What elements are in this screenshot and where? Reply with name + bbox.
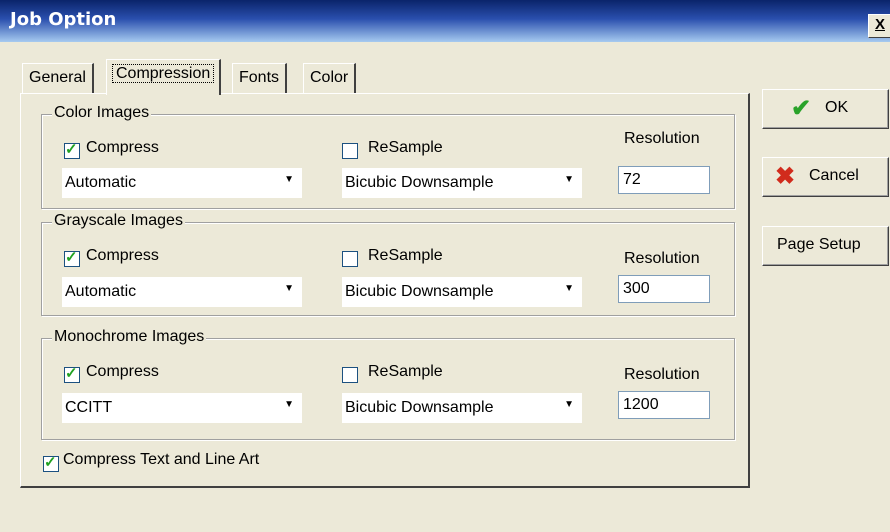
method-dropdown[interactable]: Automatic ▼ — [62, 277, 302, 307]
triangle-down-icon: ▼ — [564, 399, 574, 410]
resolution-label: Resolution — [624, 366, 700, 383]
triangle-down-icon: ▼ — [284, 174, 294, 185]
compression-panel: Color Images ✓ Compress ReSample Resolut… — [20, 93, 750, 488]
resample-label: ReSample — [368, 247, 443, 264]
resolution-input[interactable]: 72 — [618, 166, 710, 194]
compress-label: Compress — [86, 247, 159, 264]
ok-button[interactable]: ✔ OK — [762, 89, 889, 129]
tab-compression[interactable]: Compression — [106, 59, 222, 95]
triangle-down-icon: ▼ — [564, 174, 574, 185]
tab-color-label: Color — [310, 69, 349, 86]
page-setup-button[interactable]: Page Setup — [762, 226, 889, 266]
compress-text-label: Compress Text and Line Art — [63, 451, 260, 468]
downsample-value: Bicubic Downsample — [345, 399, 494, 416]
group-title: Grayscale Images — [52, 212, 185, 230]
triangle-down-icon: ▼ — [564, 283, 574, 294]
resample-label: ReSample — [368, 363, 443, 380]
compress-label: Compress — [86, 139, 159, 156]
check-mark-icon: ✓ — [44, 454, 57, 471]
downsample-dropdown[interactable]: Bicubic Downsample ▼ — [342, 168, 582, 198]
resample-checkbox[interactable] — [342, 143, 358, 159]
triangle-down-icon: ▼ — [284, 399, 294, 410]
tab-color[interactable]: Color — [303, 63, 357, 94]
check-mark-icon: ✓ — [65, 365, 78, 382]
cancel-button[interactable]: ✖ Cancel — [762, 157, 889, 197]
resample-checkbox[interactable] — [342, 367, 358, 383]
group-title: Monochrome Images — [52, 328, 207, 346]
compress-checkbox[interactable]: ✓ — [64, 141, 80, 159]
downsample-value: Bicubic Downsample — [345, 174, 494, 191]
green-check-icon: ✔ — [791, 95, 812, 122]
resolution-label: Resolution — [624, 130, 700, 147]
downsample-dropdown[interactable]: Bicubic Downsample ▼ — [342, 277, 582, 307]
resolution-input[interactable]: 1200 — [618, 391, 710, 419]
resample-label: ReSample — [368, 139, 443, 156]
method-dropdown[interactable]: Automatic ▼ — [62, 168, 302, 198]
tab-fonts-label: Fonts — [239, 69, 280, 86]
check-mark-icon: ✓ — [65, 249, 78, 266]
monochrome-images-group: Monochrome Images ✓ Compress ReSample Re… — [41, 328, 735, 440]
downsample-value: Bicubic Downsample — [345, 283, 494, 300]
compress-label: Compress — [86, 363, 159, 380]
resample-checkbox[interactable] — [342, 251, 358, 267]
red-x-icon: ✖ — [775, 163, 796, 190]
resolution-label: Resolution — [624, 250, 700, 267]
ok-label: OK — [825, 99, 849, 116]
grayscale-images-group: Grayscale Images ✓ Compress ReSample Res… — [41, 212, 735, 316]
close-button[interactable]: X — [868, 14, 890, 38]
check-mark-icon: ✓ — [65, 141, 78, 158]
page-setup-label: Page Setup — [777, 236, 861, 253]
color-images-group: Color Images ✓ Compress ReSample Resolut… — [41, 104, 735, 209]
method-dropdown[interactable]: CCITT ▼ — [62, 393, 302, 423]
group-title: Color Images — [52, 104, 152, 122]
resolution-input[interactable]: 300 — [618, 275, 710, 303]
tab-general-label: General — [29, 69, 86, 86]
method-value: Automatic — [65, 174, 137, 191]
triangle-down-icon: ▼ — [284, 283, 294, 294]
tab-fonts[interactable]: Fonts — [232, 63, 288, 94]
title-bar: Job Option X — [0, 0, 890, 42]
window-title: Job Option — [10, 9, 117, 30]
compress-text-checkbox[interactable]: ✓ — [43, 454, 59, 472]
compress-checkbox[interactable]: ✓ — [64, 365, 80, 383]
tab-general[interactable]: General — [22, 63, 94, 94]
tab-compression-label: Compression — [111, 64, 215, 83]
cancel-label: Cancel — [809, 167, 859, 184]
method-value: CCITT — [65, 399, 113, 416]
compress-checkbox[interactable]: ✓ — [64, 249, 80, 267]
method-value: Automatic — [65, 283, 137, 300]
downsample-dropdown[interactable]: Bicubic Downsample ▼ — [342, 393, 582, 423]
